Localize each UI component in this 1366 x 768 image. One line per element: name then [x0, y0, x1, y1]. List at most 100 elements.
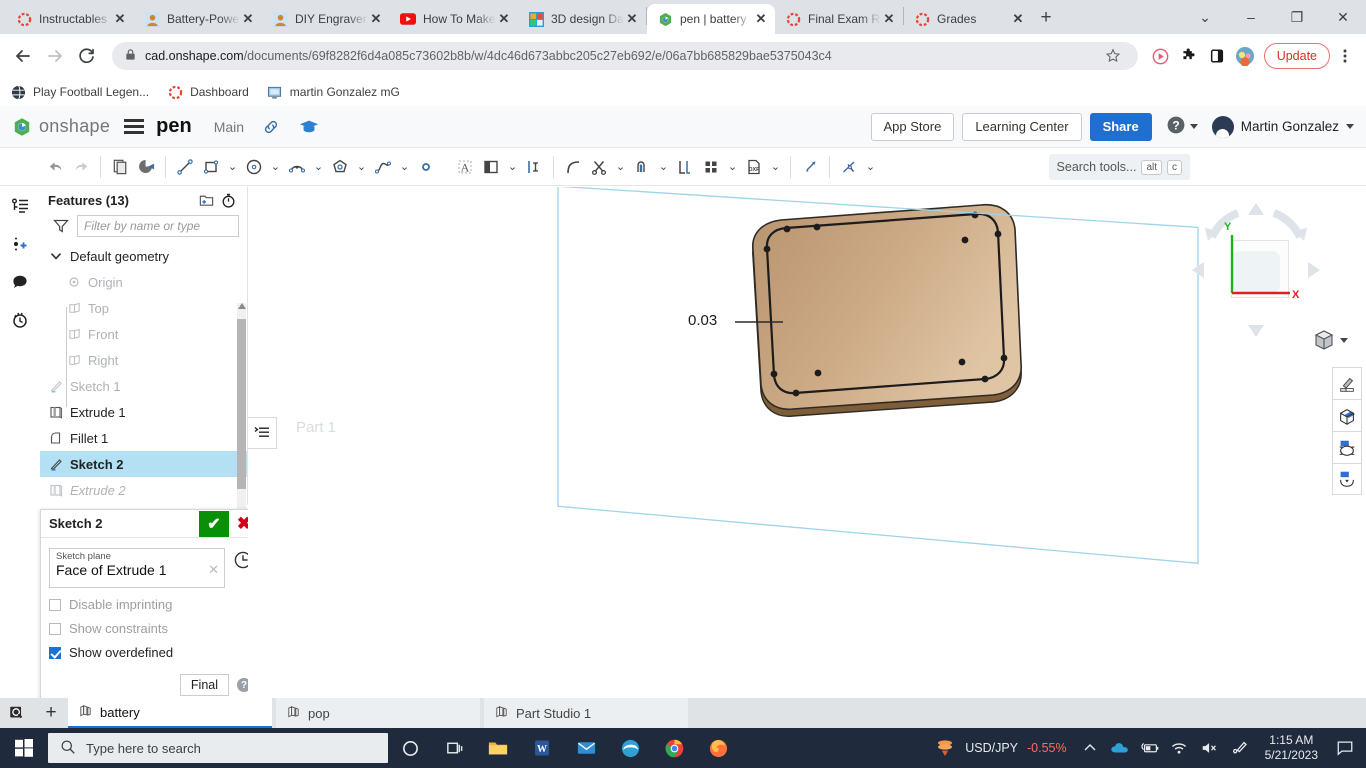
clear-field-icon[interactable]: ✕ — [208, 562, 219, 578]
file-explorer-icon[interactable] — [476, 728, 520, 768]
browser-tab[interactable]: Battery-Powe✕ — [134, 4, 262, 34]
close-tab-button[interactable]: ✕ — [1010, 11, 1026, 27]
tree-item-default-geometry[interactable]: Default geometry — [40, 243, 247, 269]
taskbar-clock[interactable]: 1:15 AM 5/21/2023 — [1255, 733, 1328, 763]
show-hide-grid-icon[interactable] — [1332, 399, 1362, 431]
chevron-down-icon[interactable] — [48, 248, 64, 264]
add-variable-icon[interactable] — [0, 225, 40, 263]
circle-tool-icon[interactable] — [241, 152, 267, 182]
chevron-down-icon[interactable]: ⌄ — [310, 152, 327, 182]
stock-widget[interactable]: USD/JPY -0.55% — [926, 736, 1074, 761]
bottom-tab-pop[interactable]: pop — [276, 698, 480, 728]
polygon-tool-icon[interactable] — [327, 152, 353, 182]
tree-item-sketch-2[interactable]: Sketch 2 — [40, 451, 247, 477]
rollback-timer-icon[interactable] — [217, 189, 239, 211]
chevron-down-icon[interactable]: ⌄ — [224, 152, 241, 182]
bottom-tab-part-studio-1[interactable]: Part Studio 1 — [484, 698, 688, 728]
line-tool-icon[interactable] — [172, 152, 198, 182]
add-tab-button[interactable]: + — [34, 698, 68, 728]
show-hidden-icons-chevron[interactable] — [1075, 728, 1105, 768]
browser-tab[interactable]: Grades✕ — [904, 4, 1032, 34]
bookmark-item[interactable]: Play Football Legen... — [10, 84, 149, 100]
tree-item-fillet-1[interactable]: Fillet 1 — [40, 425, 247, 451]
arc-tool-icon[interactable] — [284, 152, 310, 182]
comment-icon[interactable] — [0, 263, 40, 301]
spline-tool-icon[interactable] — [370, 152, 396, 182]
history-icon[interactable] — [0, 301, 40, 339]
show-constraints-checkbox[interactable] — [49, 623, 61, 635]
mirror-tool-icon[interactable] — [478, 152, 504, 182]
document-title[interactable]: pen — [156, 115, 192, 138]
new-tab-button[interactable]: + — [1032, 4, 1060, 32]
onshape-logo[interactable]: onshape — [12, 116, 110, 137]
mail-icon[interactable] — [564, 728, 608, 768]
chrome-icon[interactable] — [652, 728, 696, 768]
tree-item-front-plane[interactable]: Front — [40, 321, 247, 347]
chevron-down-icon[interactable]: ⌄ — [767, 152, 784, 182]
taskbar-search-box[interactable]: Type here to search — [48, 733, 388, 763]
battery-charging-icon[interactable] — [1135, 728, 1165, 768]
tree-item-sketch-1[interactable]: Sketch 1 — [40, 373, 247, 399]
view-cube[interactable]: Top Y X — [1186, 195, 1326, 345]
browser-tab[interactable]: 3D design Da✕ — [518, 4, 646, 34]
redo-button[interactable] — [68, 152, 94, 182]
reload-button[interactable] — [72, 41, 102, 71]
back-button[interactable] — [8, 41, 38, 71]
final-button[interactable]: Final — [180, 674, 229, 696]
bookmark-item[interactable]: Dashboard — [167, 84, 249, 100]
input-pen-icon[interactable] — [1225, 728, 1255, 768]
view-style-picker[interactable] — [1313, 329, 1348, 351]
tab-list-button[interactable]: ⌄ — [1182, 0, 1228, 34]
chrome-menu-icon[interactable] — [1332, 43, 1358, 69]
word-icon[interactable]: W — [520, 728, 564, 768]
explode-view-icon[interactable] — [1332, 463, 1362, 495]
browser-tab[interactable]: How To Make✕ — [390, 4, 518, 34]
close-tab-button[interactable]: ✕ — [753, 11, 769, 27]
linear-pattern-icon[interactable] — [698, 152, 724, 182]
browser-tab[interactable]: DIY Engraven✕ — [262, 4, 390, 34]
close-tab-button[interactable]: ✕ — [112, 11, 128, 27]
chevron-down-icon[interactable]: ⌄ — [353, 152, 370, 182]
chevron-down-icon[interactable]: ⌄ — [655, 152, 672, 182]
volume-muted-icon[interactable] — [1195, 728, 1225, 768]
learning-center-button[interactable]: Learning Center — [962, 113, 1081, 141]
browser-tab[interactable]: Final Exam Re✕ — [775, 4, 903, 34]
import-dxf-icon[interactable]: DXF — [741, 152, 767, 182]
tree-item-right-plane[interactable]: Right — [40, 347, 247, 373]
cad-model[interactable]: 0.03 — [398, 187, 1298, 597]
sketch-color-icon[interactable] — [133, 152, 159, 182]
undo-button[interactable] — [42, 152, 68, 182]
bookmark-star-icon[interactable] — [1100, 43, 1126, 69]
chevron-down-icon[interactable]: ⌄ — [612, 152, 629, 182]
copy-icon[interactable] — [107, 152, 133, 182]
help-menu[interactable]: ? — [1166, 115, 1198, 138]
chevron-down-icon[interactable]: ⌄ — [724, 152, 741, 182]
tab-search-icon[interactable] — [0, 698, 34, 728]
update-button[interactable]: Update — [1264, 43, 1330, 69]
tree-item-origin[interactable]: Origin — [40, 269, 247, 295]
fillet-tool-icon[interactable] — [560, 152, 586, 182]
close-tab-button[interactable]: ✕ — [496, 11, 512, 27]
point-tool-icon[interactable] — [413, 152, 439, 182]
show-overdefined-checkbox[interactable] — [49, 647, 61, 659]
app-store-button[interactable]: App Store — [871, 113, 955, 141]
start-button[interactable] — [0, 728, 48, 768]
sketch-move-icon[interactable] — [797, 152, 823, 182]
forward-button[interactable] — [40, 41, 70, 71]
tree-item-extrude-2[interactable]: Extrude 2 — [40, 477, 247, 503]
user-menu[interactable]: Martin Gonzalez — [1212, 116, 1354, 138]
branch-label[interactable]: Main — [214, 119, 244, 135]
chevron-down-icon[interactable]: ⌄ — [267, 152, 284, 182]
graduation-cap-icon[interactable] — [298, 116, 320, 138]
maximize-button[interactable]: ❐ — [1274, 0, 1320, 34]
use-projection-icon[interactable] — [672, 152, 698, 182]
tree-item-top-plane[interactable]: Top — [40, 295, 247, 321]
browser-tab[interactable]: pen | battery✕ — [647, 4, 775, 34]
sidepanel-icon[interactable] — [1204, 43, 1230, 69]
dimension-tool-icon[interactable] — [521, 152, 547, 182]
trim-tool-icon[interactable] — [586, 152, 612, 182]
close-tab-button[interactable]: ✕ — [240, 11, 256, 27]
rectangle-tool-icon[interactable] — [198, 152, 224, 182]
offset-tool-icon[interactable] — [629, 152, 655, 182]
bottom-tab-battery[interactable]: battery — [68, 698, 272, 728]
